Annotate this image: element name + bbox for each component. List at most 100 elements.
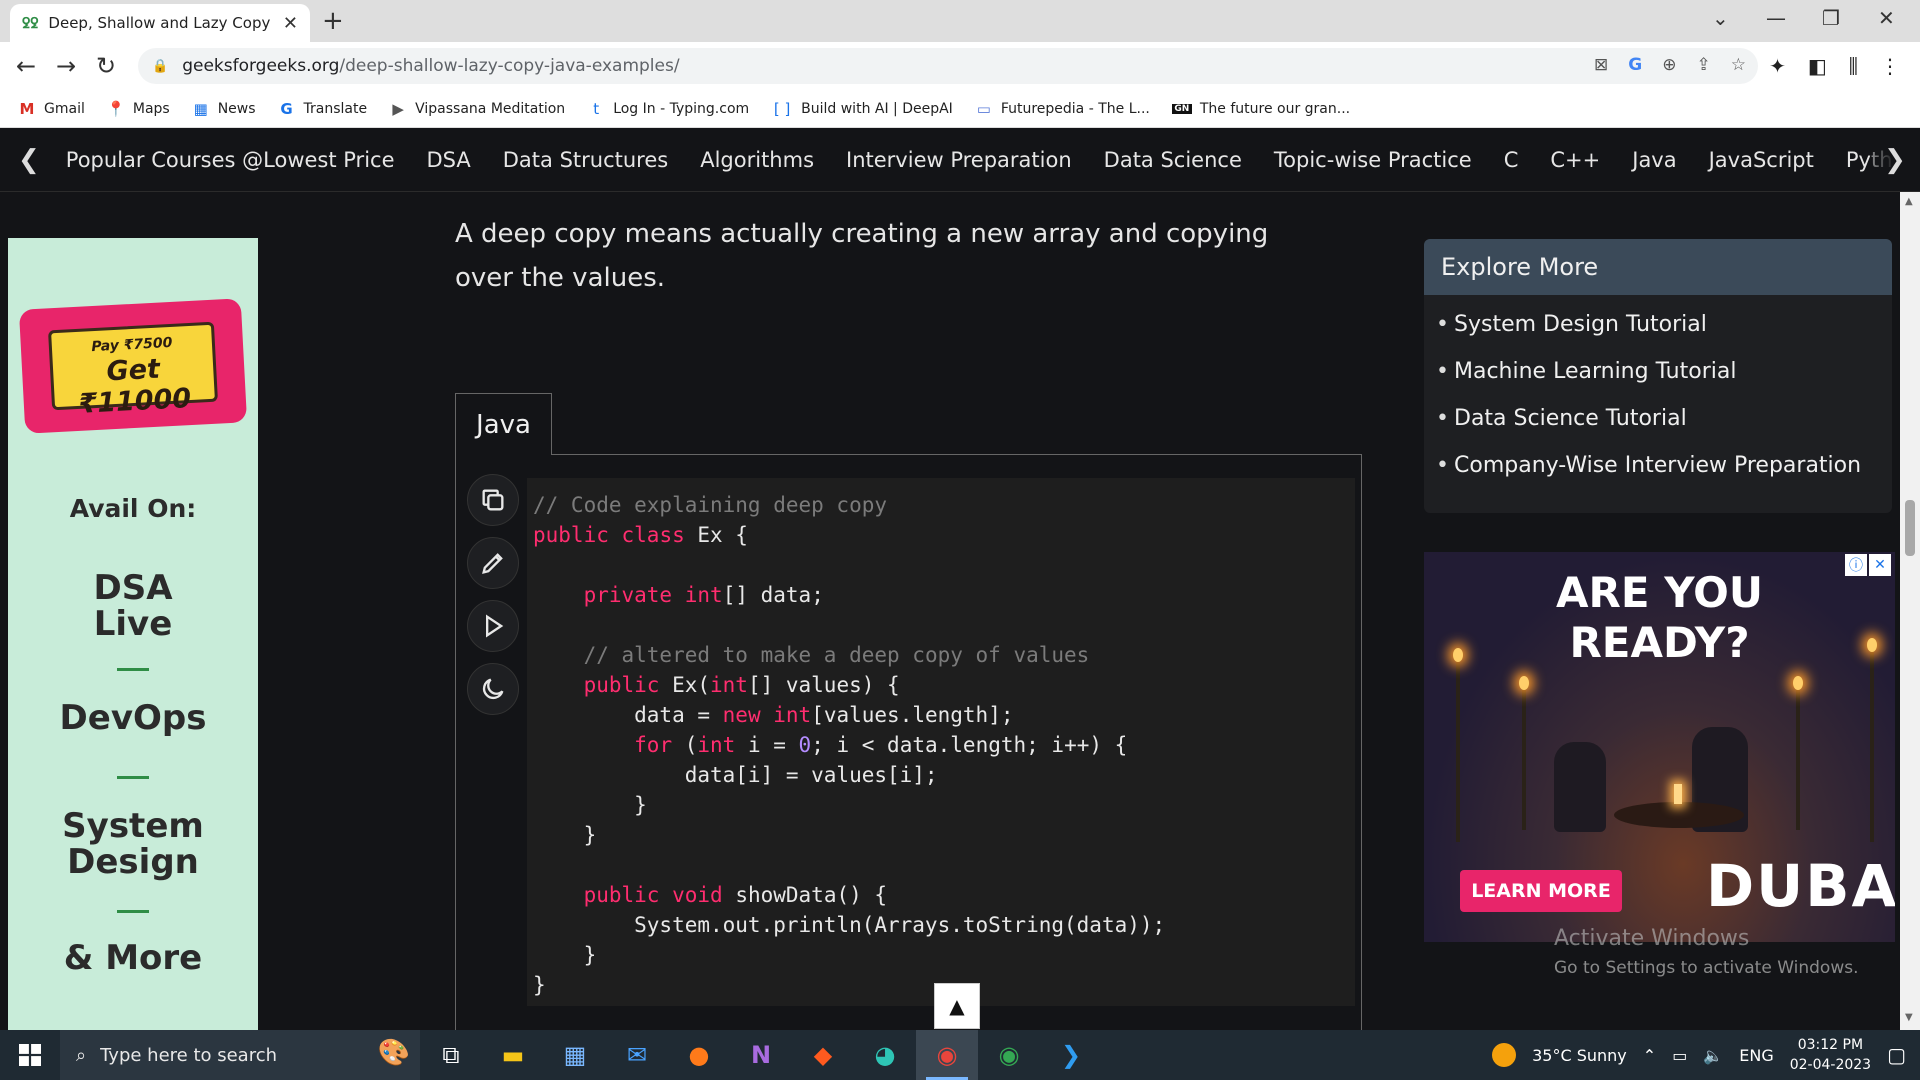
volume-icon[interactable]: 🔈: [1703, 1046, 1723, 1065]
explore-link[interactable]: Company-Wise Interview Preparation: [1436, 442, 1892, 489]
notifications-icon[interactable]: ▢: [1887, 1043, 1906, 1067]
explore-link[interactable]: Data Science Tutorial: [1436, 395, 1892, 442]
code-line: }: [533, 790, 1165, 820]
address-bar[interactable]: 🔒 geeksforgeeks.org /deep-shallow-lazy-c…: [138, 48, 1758, 84]
maps-icon: 📍: [106, 99, 126, 118]
explore-link[interactable]: Machine Learning Tutorial: [1436, 348, 1892, 395]
tray-chevron-icon[interactable]: ⌃: [1643, 1046, 1656, 1065]
bookmark-vipassana[interactable]: ▶ Vipassana Meditation: [389, 100, 565, 118]
bookmark-futurepedia[interactable]: ▭ Futurepedia - The L...: [975, 100, 1150, 118]
taskbar-search[interactable]: ⌕ Type here to search 🎨: [60, 1030, 420, 1080]
scroll-down-arrow-icon[interactable]: ▼: [1905, 1012, 1913, 1023]
vscode-icon[interactable]: ❯: [1040, 1030, 1102, 1080]
code-token: public: [583, 883, 660, 907]
weather-icon[interactable]: [1492, 1043, 1517, 1067]
nav-item[interactable]: Topic-wise Practice: [1258, 148, 1488, 172]
extensions-icon[interactable]: ✦: [1769, 54, 1786, 78]
tab-search-icon[interactable]: ⌄: [1712, 6, 1729, 30]
nav-right-arrow-icon[interactable]: ❯: [1870, 128, 1920, 191]
store-icon[interactable]: ▦: [544, 1030, 606, 1080]
nav-item[interactable]: Data Structures: [487, 148, 684, 172]
code-token: [] data;: [722, 583, 824, 607]
code-token: for: [634, 733, 673, 757]
edge-icon[interactable]: ◕: [854, 1030, 916, 1080]
back-button[interactable]: ←: [16, 52, 36, 80]
nav-item[interactable]: DSA: [411, 148, 487, 172]
url-domain: geeksforgeeks.org: [182, 56, 340, 76]
extension-icon[interactable]: ⫼: [1849, 54, 1858, 78]
brave-icon[interactable]: ◆: [792, 1030, 854, 1080]
bookmark-future-gran[interactable]: GN The future our gran...: [1171, 101, 1350, 117]
bookmark-typing[interactable]: t Log In - Typing.com: [587, 100, 749, 118]
vipassana-icon: ▶: [392, 99, 404, 118]
minimize-button[interactable]: —: [1766, 6, 1786, 30]
site-settings-icon[interactable]: ⊠: [1594, 55, 1608, 75]
page-scrollbar[interactable]: ▲ ▼: [1900, 192, 1920, 1030]
nav-item[interactable]: Interview Preparation: [830, 148, 1088, 172]
candle-graphic: [1674, 784, 1682, 804]
reload-button[interactable]: ↻: [96, 52, 116, 80]
side-panel-icon[interactable]: ◧: [1808, 54, 1827, 78]
bookmark-gmail[interactable]: M Gmail: [18, 100, 85, 118]
file-explorer-icon[interactable]: ▬: [482, 1030, 544, 1080]
firefox-icon[interactable]: ●: [668, 1030, 730, 1080]
nav-item[interactable]: Popular Courses @Lowest Price: [50, 148, 411, 172]
menu-icon[interactable]: ⋮: [1880, 54, 1900, 78]
nav-item[interactable]: Algorithms: [684, 148, 830, 172]
code-tab-java[interactable]: Java: [455, 393, 552, 455]
bookmark-news[interactable]: ▦ News: [192, 100, 256, 118]
taskbar-search-placeholder: Type here to search: [100, 1044, 278, 1066]
ad-get-text: Get ₹11000: [77, 353, 192, 420]
run-button[interactable]: [467, 600, 519, 652]
nav-item[interactable]: Java: [1616, 148, 1692, 172]
ad-item-devops: DevOps: [59, 698, 207, 738]
new-tab-button[interactable]: +: [322, 6, 344, 36]
google-icon[interactable]: G: [1628, 55, 1642, 75]
nav-item[interactable]: Data Science: [1088, 148, 1258, 172]
close-tab-icon[interactable]: ✕: [283, 13, 298, 34]
zoom-icon[interactable]: ⊕: [1662, 55, 1676, 75]
dark-mode-button[interactable]: [467, 663, 519, 715]
clock[interactable]: 03:12 PM 02-04-2023: [1790, 1035, 1871, 1075]
scroll-up-arrow-icon[interactable]: ▲: [1905, 196, 1913, 207]
scrollbar-thumb[interactable]: [1905, 500, 1915, 556]
right-ad-banner[interactable]: ⓘ ✕ ARE YOU READY? LEARN MORE DUBAI: [1424, 552, 1895, 942]
copy-button[interactable]: [467, 474, 519, 526]
activate-windows-subtitle: Go to Settings to activate Windows.: [1554, 958, 1859, 978]
ad-headline: ARE YOU READY?: [1556, 568, 1763, 667]
task-view-icon[interactable]: ⧉: [420, 1030, 482, 1080]
nav-left-arrow-icon[interactable]: ❮: [0, 145, 50, 175]
nav-item[interactable]: JavaScript: [1693, 148, 1830, 172]
code-content[interactable]: // Code explaining deep copy public class…: [533, 490, 1165, 1000]
bookmark-star-icon[interactable]: ☆: [1731, 55, 1746, 75]
nav-item[interactable]: C++: [1534, 148, 1616, 172]
explore-link[interactable]: System Design Tutorial: [1436, 301, 1892, 348]
edit-button[interactable]: [467, 537, 519, 589]
battery-icon[interactable]: ▭: [1672, 1046, 1687, 1065]
lock-icon[interactable]: 🔒: [152, 59, 168, 74]
share-icon[interactable]: ⇪: [1697, 55, 1711, 75]
nav-item[interactable]: C: [1488, 148, 1535, 172]
weather-text[interactable]: 35°C Sunny: [1532, 1046, 1627, 1065]
code-token: 0: [798, 733, 812, 757]
scroll-to-top-button[interactable]: ▲: [934, 983, 980, 1029]
ad-item-dsa-live: DSA Live: [93, 568, 173, 644]
bookmark-maps[interactable]: 📍 Maps: [107, 100, 170, 118]
left-ad-banner[interactable]: Pay ₹7500 Get ₹11000 Avail On: DSA Live …: [8, 238, 258, 1030]
close-window-button[interactable]: ✕: [1878, 6, 1895, 30]
bookmark-deepai[interactable]: [ ] Build with AI | DeepAI: [771, 100, 953, 118]
bookmark-translate[interactable]: G Translate: [278, 100, 367, 118]
chrome-profile-icon[interactable]: ◉: [978, 1030, 1040, 1080]
chrome-icon[interactable]: ◉: [916, 1030, 978, 1080]
learn-more-button[interactable]: LEARN MORE: [1460, 870, 1622, 912]
onenote-icon[interactable]: N: [730, 1030, 792, 1080]
maximize-button[interactable]: ❐: [1822, 6, 1840, 30]
windows-taskbar: ⌕ Type here to search 🎨 ⧉ ▬ ▦ ✉ ● N ◆ ◕ …: [0, 1030, 1920, 1080]
mail-icon[interactable]: ✉: [606, 1030, 668, 1080]
forward-button[interactable]: →: [56, 52, 76, 80]
start-button[interactable]: [0, 1030, 60, 1080]
browser-tab[interactable]: ꝿꝿ Deep, Shallow and Lazy Copy wit ✕: [10, 4, 310, 42]
language-indicator[interactable]: ENG: [1739, 1046, 1773, 1065]
